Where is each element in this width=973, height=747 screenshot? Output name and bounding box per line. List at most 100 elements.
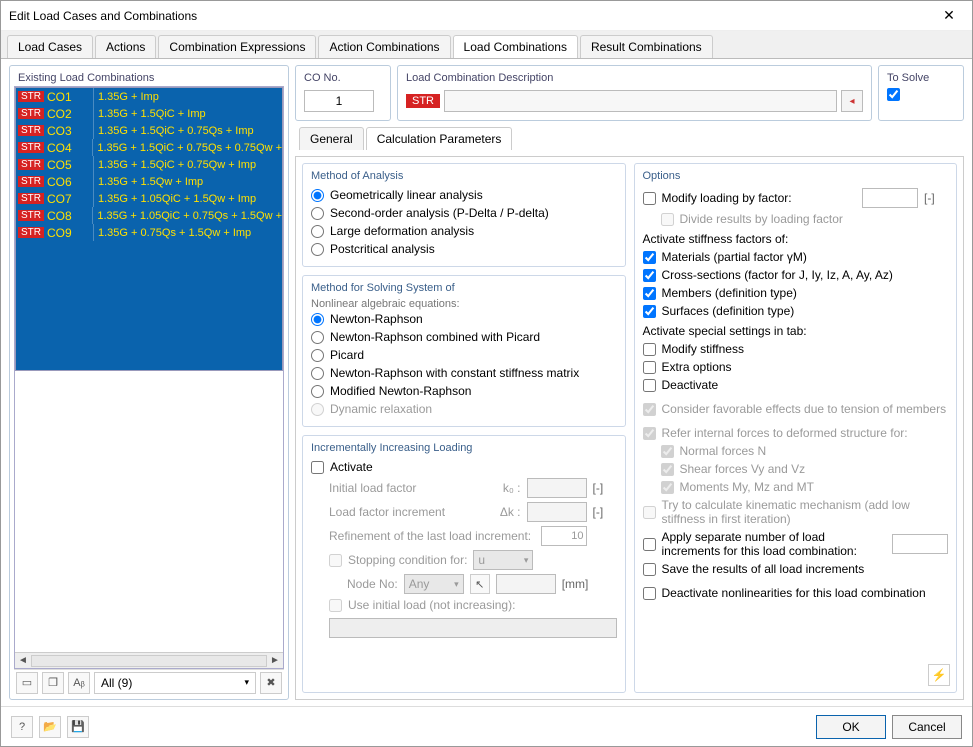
analysis-radio-1[interactable] [311,207,324,220]
use-initial-input [329,618,617,638]
list-item[interactable]: STRCO11.35G + Imp [16,88,282,105]
tab-combination-expressions[interactable]: Combination Expressions [158,35,316,58]
stopping-var-select: u▾ [473,550,533,570]
deactivate-label: Deactivate [662,378,719,392]
analysis-radio-3[interactable] [311,243,324,256]
unit-label: [-] [593,481,617,495]
refinement-input: 10 [541,526,587,546]
new-icon[interactable]: ▭ [16,672,38,694]
open-icon[interactable]: 📂 [39,716,61,738]
analysis-radio-0[interactable] [311,189,324,202]
initial-load-label: Initial load factor [329,481,497,495]
lightning-icon[interactable]: ⚡ [928,664,950,686]
to-solve-label: To Solve [883,70,959,86]
mm-unit: [mm] [562,577,586,591]
dk-symbol: Δk : [500,505,521,519]
node-no-label: Node No: [347,577,398,591]
tab-load-combinations[interactable]: Load Combinations [453,35,578,58]
moments-checkbox [661,481,674,494]
help-icon[interactable]: ? [11,716,33,738]
modify-stiff-checkbox[interactable] [643,343,656,356]
deact-nonlin-checkbox[interactable] [643,587,656,600]
tab-action-combinations[interactable]: Action Combinations [318,35,450,58]
ok-button[interactable]: OK [816,715,886,739]
consider-checkbox [643,403,656,416]
list-item[interactable]: STRCO41.35G + 1.5QiC + 0.75Qs + 0.75Qw + [16,139,282,156]
apply-sep-label: Apply separate number of load increments… [662,530,887,558]
use-initial-label: Use initial load (not increasing): [348,598,515,612]
members-checkbox[interactable] [643,287,656,300]
tab-load-cases[interactable]: Load Cases [7,35,93,58]
list-item[interactable]: STRCO21.35G + 1.5QiC + Imp [16,105,282,122]
list-item[interactable]: STRCO71.35G + 1.05QiC + 1.5Qw + Imp [16,190,282,207]
deactivate-checkbox[interactable] [643,379,656,392]
cross-checkbox[interactable] [643,269,656,282]
combination-list[interactable]: STRCO11.35G + ImpSTRCO21.35G + 1.5QiC + … [15,87,283,371]
description-dropdown-icon[interactable]: ◂ [841,90,863,112]
surfaces-checkbox[interactable] [643,305,656,318]
activate-label: Activate [330,460,373,474]
sort-icon[interactable]: Aᵦ [68,672,90,694]
stopping-label: Stopping condition for: [348,553,467,567]
solving-radio-1[interactable] [311,331,324,344]
to-solve-checkbox[interactable] [887,88,900,101]
description-input[interactable] [444,90,837,112]
subtab-general[interactable]: General [299,127,364,150]
list-item[interactable]: STRCO81.35G + 1.05QiC + 0.75Qs + 1.5Qw + [16,207,282,224]
kinematic-label: Try to calculate kinematic mechanism (ad… [662,498,949,526]
initial-load-input [527,478,587,498]
list-item[interactable]: STRCO61.35G + 1.5Qw + Imp [16,173,282,190]
materials-checkbox[interactable] [643,251,656,264]
apply-sep-checkbox[interactable] [643,538,656,551]
k0-symbol: k₀ : [503,481,521,495]
list-item[interactable]: STRCO91.35G + 0.75Qs + 1.5Qw + Imp [16,224,282,241]
list-item[interactable]: STRCO51.35G + 1.5QiC + 0.75Qw + Imp [16,156,282,173]
deact-nonlin-label: Deactivate nonlinearities for this load … [662,586,926,600]
copy-icon[interactable]: ❐ [42,672,64,694]
modify-stiff-label: Modify stiffness [662,342,744,356]
moments-label: Moments My, Mz and MT [680,480,814,494]
tab-actions[interactable]: Actions [95,35,156,58]
scroll-left-icon[interactable]: ◄ [15,655,31,666]
extra-checkbox[interactable] [643,361,656,374]
existing-combinations-legend: Existing Load Combinations [14,70,284,86]
solving-radio-0[interactable] [311,313,324,326]
save-icon[interactable]: 💾 [67,716,89,738]
stopping-checkbox [329,554,342,567]
kinematic-checkbox [643,506,656,519]
window-title: Edit Load Cases and Combinations [9,9,934,23]
unit-label-2: [-] [593,505,617,519]
str-badge: STR [406,94,440,108]
members-label: Members (definition type) [662,286,797,300]
activate-checkbox[interactable] [311,461,324,474]
subtab-calculation-parameters[interactable]: Calculation Parameters [366,127,513,150]
shear-checkbox [661,463,674,476]
divide-checkbox [661,213,674,226]
analysis-radio-2[interactable] [311,225,324,238]
pick-node-icon: ↖ [470,574,490,594]
solving-radio-3[interactable] [311,367,324,380]
refinement-label: Refinement of the last load increment: [329,529,535,543]
solving-radio-4[interactable] [311,385,324,398]
delete-icon[interactable]: ✖ [260,672,282,694]
solving-radio-2[interactable] [311,349,324,362]
horizontal-scrollbar[interactable]: ◄ ► [15,652,283,668]
solving-subtitle: Nonlinear algebraic equations: [311,298,617,310]
analysis-title: Method of Analysis [311,170,617,182]
co-no-input[interactable] [304,90,374,112]
modify-loading-input[interactable] [862,188,918,208]
close-icon[interactable]: ✕ [934,7,964,24]
main-tabs: Load CasesActionsCombination Expressions… [1,31,972,59]
scroll-right-icon[interactable]: ► [267,655,283,666]
cancel-button[interactable]: Cancel [892,715,962,739]
tab-result-combinations[interactable]: Result Combinations [580,35,713,58]
filter-select[interactable]: All (9)▾ [94,672,256,694]
divide-label: Divide results by loading factor [680,212,843,226]
modify-loading-checkbox[interactable] [643,192,656,205]
list-item[interactable]: STRCO31.35G + 1.5QiC + 0.75Qs + Imp [16,122,282,139]
description-label: Load Combination Description [402,70,867,86]
surfaces-label: Surfaces (definition type) [662,304,795,318]
save-results-checkbox[interactable] [643,563,656,576]
apply-sep-input[interactable] [892,534,948,554]
activate-special-header: Activate special settings in tab: [643,324,949,338]
